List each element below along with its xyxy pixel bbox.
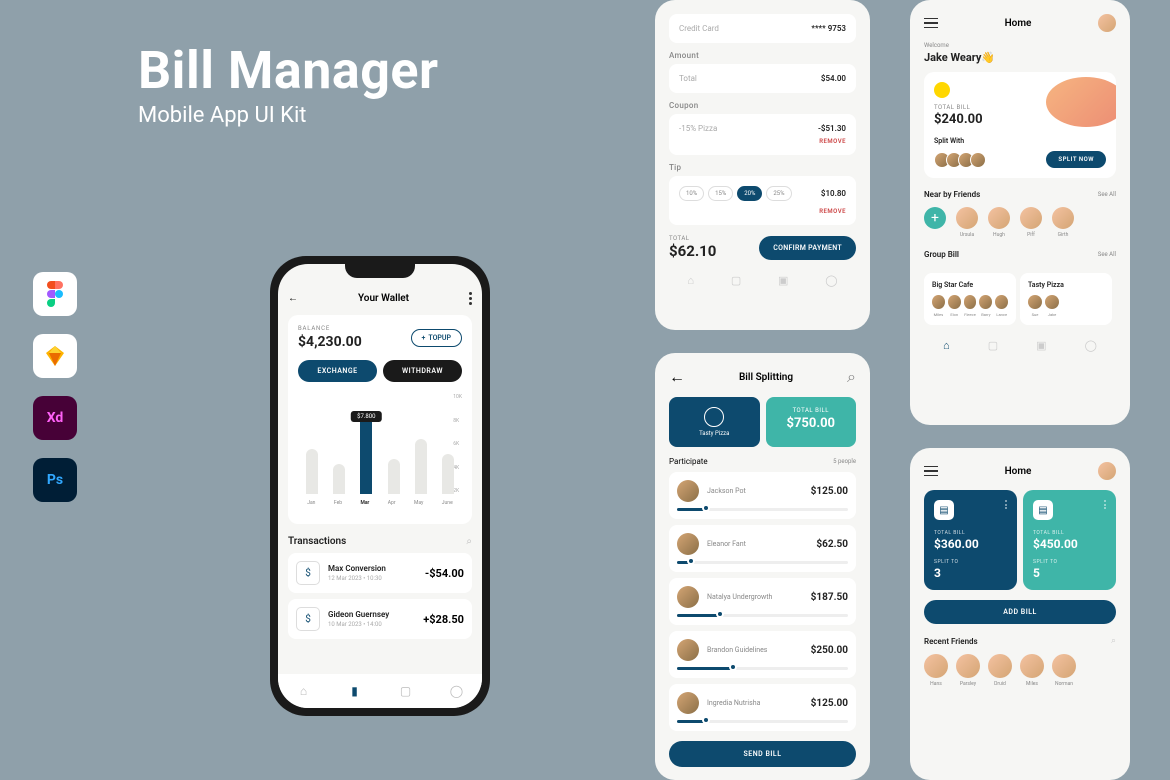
amount-slider[interactable] <box>677 667 848 670</box>
participant-card: Eleanor Fant$62.50 <box>669 525 856 572</box>
amount-slider[interactable] <box>677 508 848 511</box>
friend-item[interactable]: Hugh <box>988 207 1010 238</box>
nav-wallet-icon[interactable]: ▮ <box>348 684 362 698</box>
total-bill-card: TOTAL BILL $750.00 <box>766 397 857 447</box>
vendor-card: Tasty Pizza <box>669 397 760 447</box>
participant-card: Ingredia Nutrisha$125.00 <box>669 684 856 731</box>
group-card[interactable]: Big Star CafeMilesElonFleeceBarryLance <box>924 273 1016 325</box>
checkout-screen: Credit Card**** 9753 Amount Total$54.00 … <box>655 0 870 330</box>
remove-coupon-button[interactable]: REMOVE <box>679 138 846 145</box>
xd-icon: Xd <box>33 396 77 440</box>
friend-item[interactable]: Ursula <box>956 207 978 238</box>
bottom-nav: ⌂ ▮ ▢ ◯ <box>278 674 482 708</box>
bill-splitting-screen: ← Bill Splitting ⌕ Tasty Pizza TOTAL BIL… <box>655 353 870 780</box>
balance-amount: $4,230.00 <box>298 334 362 350</box>
split-now-button[interactable]: SPLIT NOW <box>1046 151 1106 168</box>
friend-item[interactable]: Girth <box>1052 207 1074 238</box>
bill-stat-card[interactable]: ▤TOTAL BILL$360.00SPLIT TO3 <box>924 490 1017 590</box>
nav-bills-icon[interactable]: ▢ <box>399 684 413 698</box>
friend-item[interactable]: Hans <box>924 654 948 687</box>
search-icon[interactable]: ⌕ <box>847 367 856 387</box>
participant-card: Natalya Undergrowth$187.50 <box>669 578 856 625</box>
tool-icons: Xd Ps <box>33 272 77 502</box>
amount-slider[interactable] <box>677 614 848 617</box>
transaction-item[interactable]: $Gideon Guernsey10 Mar 2023 • 14:00+$28.… <box>288 599 472 639</box>
tip-option[interactable]: 10% <box>679 186 704 201</box>
remove-tip-button[interactable]: REMOVE <box>679 208 846 215</box>
wallet-screen: ← Your Wallet BALANCE $4,230.00 + TOPUP … <box>278 264 482 708</box>
add-bill-button[interactable]: ADD BILL <box>924 600 1116 624</box>
figma-icon <box>33 272 77 316</box>
sketch-icon <box>33 334 77 378</box>
balance-card: BALANCE $4,230.00 + TOPUP EXCHANGE WITHD… <box>288 315 472 524</box>
tip-option[interactable]: 20% <box>737 186 762 201</box>
transactions-title: Transactions <box>288 536 346 547</box>
search-icon[interactable]: ⌕ <box>466 536 472 547</box>
hero-title: Bill Manager <box>138 40 439 101</box>
friend-item[interactable]: Piff <box>1020 207 1042 238</box>
amount-slider[interactable] <box>677 720 848 723</box>
add-friend-button[interactable]: + <box>924 207 946 229</box>
see-all-link[interactable]: See All <box>1098 191 1116 198</box>
back-icon[interactable]: ← <box>669 367 685 387</box>
nav-home-icon[interactable]: ⌂ <box>297 684 311 698</box>
nav-bills-icon[interactable]: ▣ <box>778 274 788 287</box>
back-icon[interactable]: ← <box>288 293 298 304</box>
tip-option[interactable]: 25% <box>766 186 791 201</box>
group-card[interactable]: Tasty PizzaSueJake <box>1020 273 1112 325</box>
search-icon[interactable]: ⌕ <box>1111 636 1116 646</box>
menu-icon[interactable] <box>924 18 938 29</box>
menu-icon[interactable] <box>924 466 938 477</box>
home-screen-2: Home ▤TOTAL BILL$360.00SPLIT TO3▤TOTAL B… <box>910 448 1130 780</box>
hero-subtitle: Mobile App UI Kit <box>138 103 439 128</box>
friend-item[interactable]: Parsley <box>956 654 980 687</box>
nav-wallet-icon[interactable]: ▢ <box>731 274 741 287</box>
hero: Bill Manager Mobile App UI Kit <box>138 40 439 128</box>
home-screen-1: Home Welcome Jake Weary👋 TOTAL BILL $240… <box>910 0 1130 425</box>
friend-item[interactable]: Norman <box>1052 654 1076 687</box>
send-bill-button[interactable]: SEND BILL <box>669 741 856 767</box>
participant-card: Jackson Pot$125.00 <box>669 472 856 519</box>
nav-profile-icon[interactable]: ◯ <box>825 274 837 287</box>
withdraw-button[interactable]: WITHDRAW <box>383 360 462 382</box>
photoshop-icon: Ps <box>33 458 77 502</box>
nav-bills-icon[interactable]: ▣ <box>1036 339 1046 352</box>
amount-slider[interactable] <box>677 561 848 564</box>
participant-card: Brandon Guidelines$250.00 <box>669 631 856 678</box>
confirm-payment-button[interactable]: CONFIRM PAYMENT <box>759 236 856 260</box>
nav-home-icon[interactable]: ⌂ <box>687 274 694 287</box>
exchange-button[interactable]: EXCHANGE <box>298 360 377 382</box>
see-all-link[interactable]: See All <box>1098 251 1116 258</box>
balance-label: BALANCE <box>298 325 362 332</box>
tip-option[interactable]: 15% <box>708 186 733 201</box>
wallet-title: Your Wallet <box>358 293 409 304</box>
avatar[interactable] <box>1098 14 1116 32</box>
more-icon[interactable] <box>469 292 472 305</box>
nav-profile-icon[interactable]: ◯ <box>1085 339 1097 352</box>
topup-button[interactable]: + TOPUP <box>411 329 462 347</box>
bill-stat-card[interactable]: ▤TOTAL BILL$450.00SPLIT TO5 <box>1023 490 1116 590</box>
phone-frame: ← Your Wallet BALANCE $4,230.00 + TOPUP … <box>270 256 490 716</box>
transaction-item[interactable]: $Max Conversion12 Mar 2023 • 10:30-$54.0… <box>288 553 472 593</box>
balance-chart: 10K8K6K4K2K $7.800 JanFebMarAprMayJune <box>298 394 462 514</box>
nav-home-icon[interactable]: ⌂ <box>943 339 950 352</box>
bill-card: TOTAL BILL $240.00 Split With SPLIT NOW <box>924 72 1116 178</box>
friend-item[interactable]: Druid <box>988 654 1012 687</box>
avatar[interactable] <box>1098 462 1116 480</box>
friend-item[interactable]: Miles <box>1020 654 1044 687</box>
nav-wallet-icon[interactable]: ▢ <box>988 339 998 352</box>
nav-profile-icon[interactable]: ◯ <box>450 684 464 698</box>
